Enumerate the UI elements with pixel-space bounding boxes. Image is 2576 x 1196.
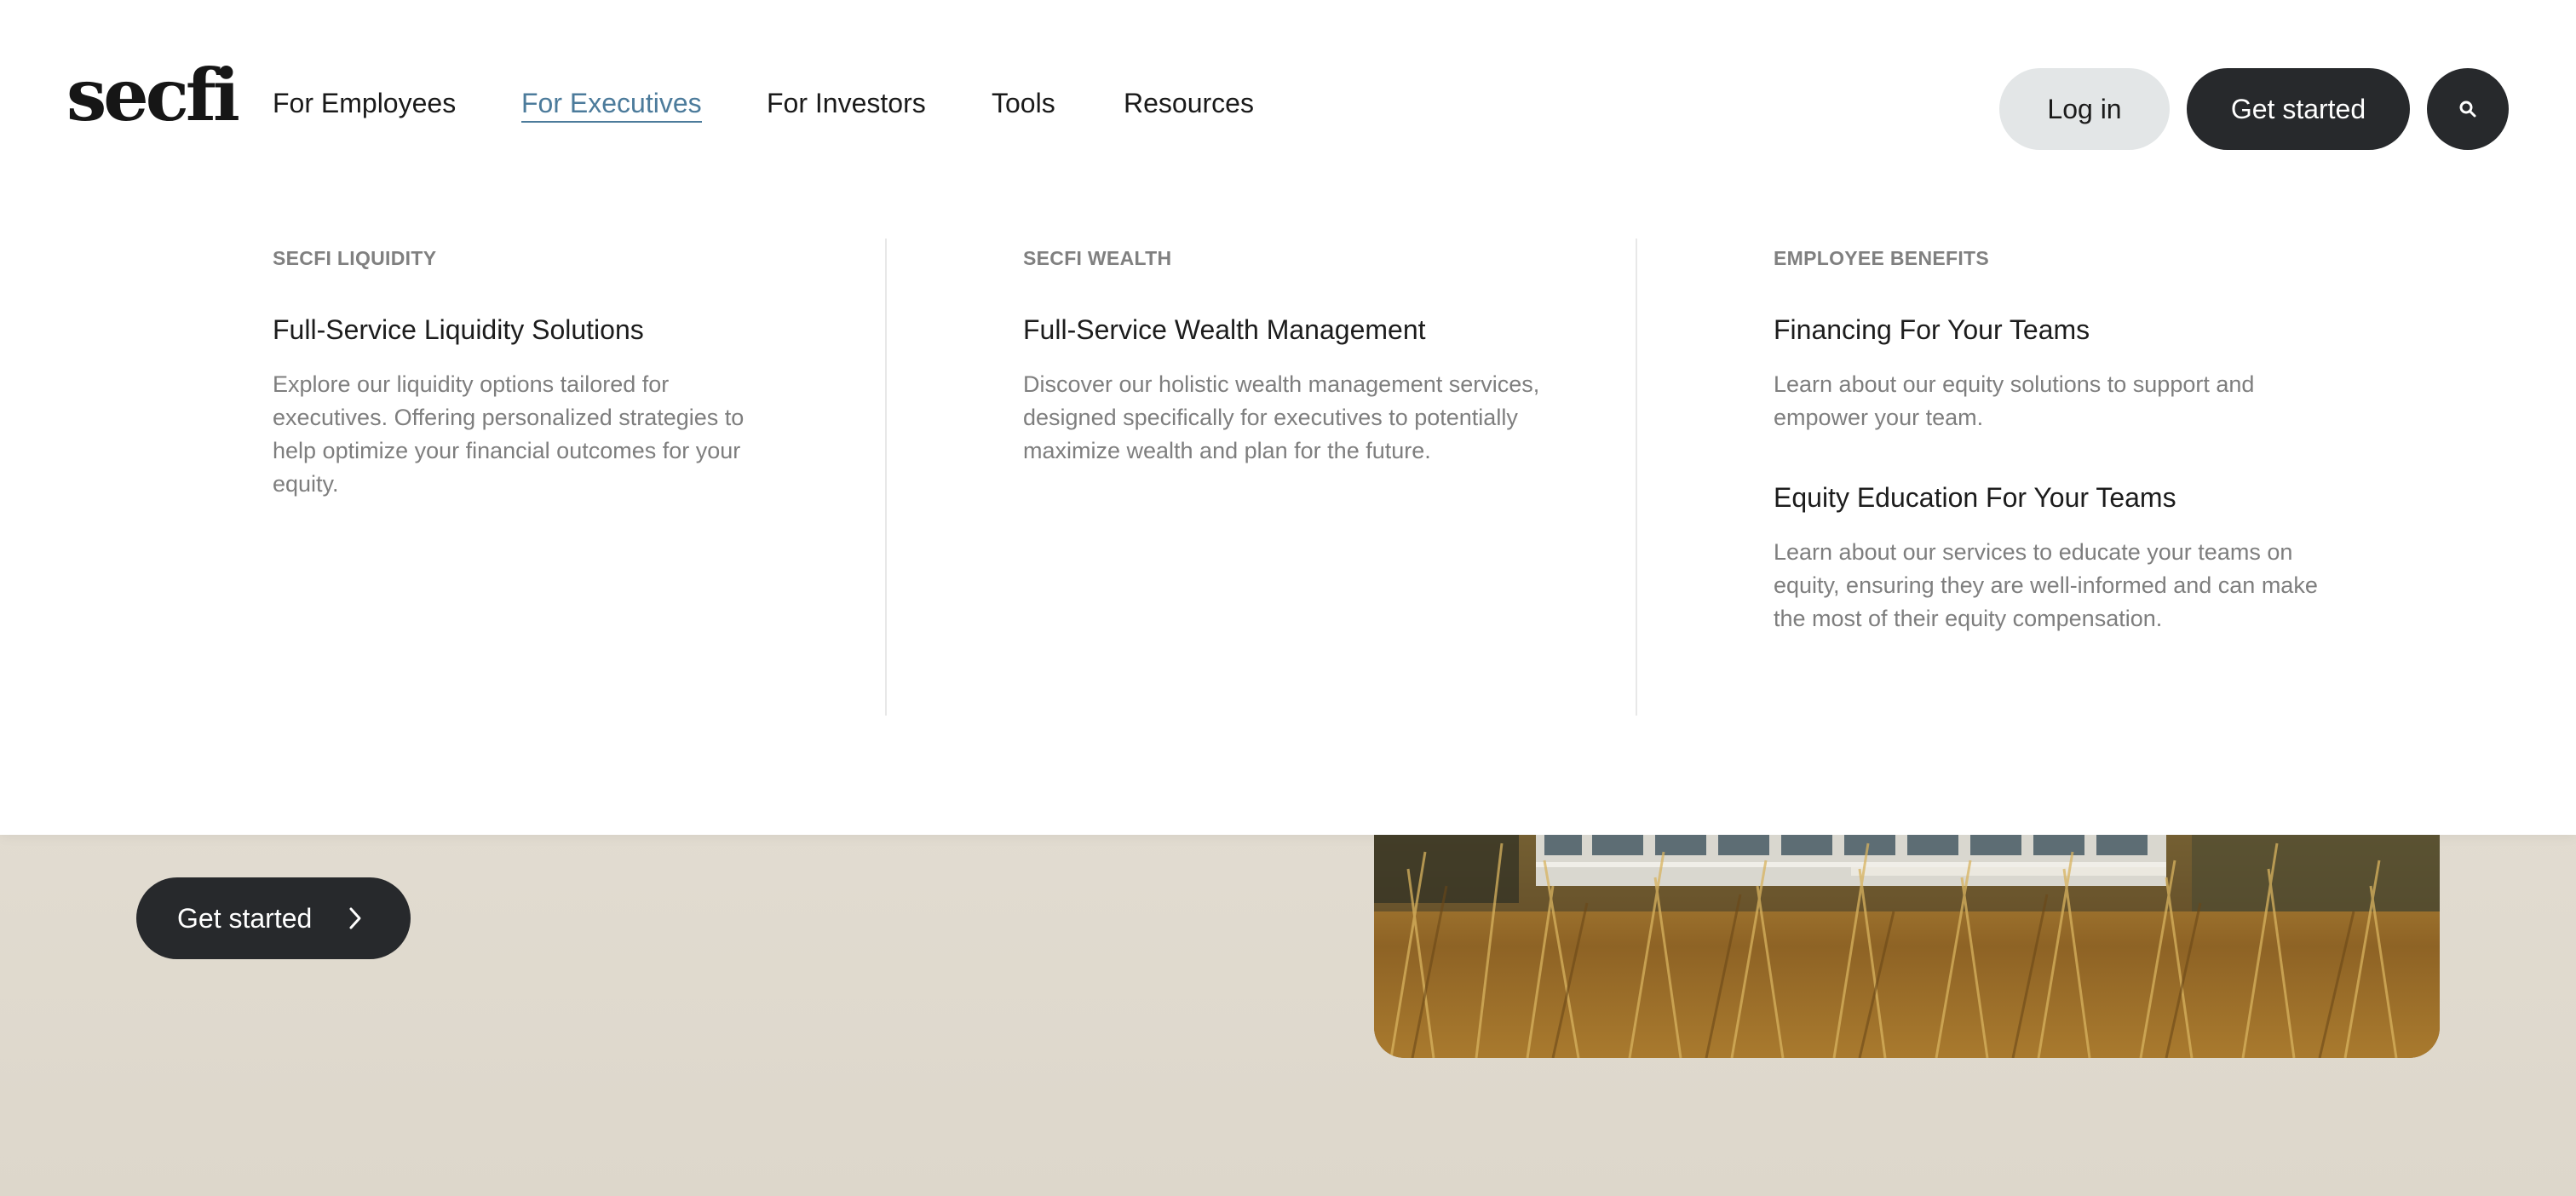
menu-column-wealth: SECFI WEALTH Full-Service Wealth Managem…: [1023, 247, 1568, 468]
menu-link-equity-education[interactable]: Equity Education For Your Teams: [1774, 482, 2319, 514]
hero-image: [1374, 835, 2440, 1058]
menu-divider: [885, 239, 887, 716]
menu-eyebrow: SECFI LIQUIDITY: [273, 247, 437, 269]
site-header: secfi For Employees For Executives For I…: [0, 0, 2576, 835]
nav-resources[interactable]: Resources: [1124, 87, 1254, 119]
nav-for-investors[interactable]: For Investors: [767, 87, 926, 119]
nav-for-employees[interactable]: For Employees: [273, 87, 456, 119]
log-in-button[interactable]: Log in: [1999, 68, 2170, 150]
menu-link-description: Learn about our equity solutions to supp…: [1774, 371, 2255, 430]
menu-link-description: Discover our holistic wealth management …: [1023, 371, 1540, 463]
menu-eyebrow: SECFI WEALTH: [1023, 247, 1172, 269]
hero-cta-label: Get started: [177, 902, 313, 934]
menu-link-description: Explore our liquidity options tailored f…: [273, 371, 745, 497]
nav-tools[interactable]: Tools: [992, 87, 1055, 119]
search-button[interactable]: [2427, 68, 2509, 150]
nav-for-executives[interactable]: For Executives: [521, 87, 702, 124]
menu-column-liquidity: SECFI LIQUIDITY Full-Service Liquidity S…: [273, 247, 818, 501]
menu-divider: [1636, 239, 1637, 716]
house-in-grass-photo: [1374, 835, 2440, 1058]
menu-link-description: Learn about our services to educate your…: [1774, 539, 2318, 631]
menu-eyebrow: EMPLOYEE BENEFITS: [1774, 247, 1990, 269]
search-icon: [2459, 101, 2476, 118]
menu-link-financing-teams[interactable]: Financing For Your Teams: [1774, 314, 2319, 346]
menu-link-liquidity-solutions[interactable]: Full-Service Liquidity Solutions: [273, 314, 818, 346]
get-started-button[interactable]: Get started: [2187, 68, 2410, 150]
secfi-logo[interactable]: secfi: [66, 60, 240, 131]
menu-column-employee-benefits: EMPLOYEE BENEFITS Financing For Your Tea…: [1774, 247, 2319, 635]
hero-get-started-button[interactable]: Get started: [136, 877, 411, 959]
chevron-right-icon: [349, 907, 361, 929]
menu-link-wealth-management[interactable]: Full-Service Wealth Management: [1023, 314, 1568, 346]
